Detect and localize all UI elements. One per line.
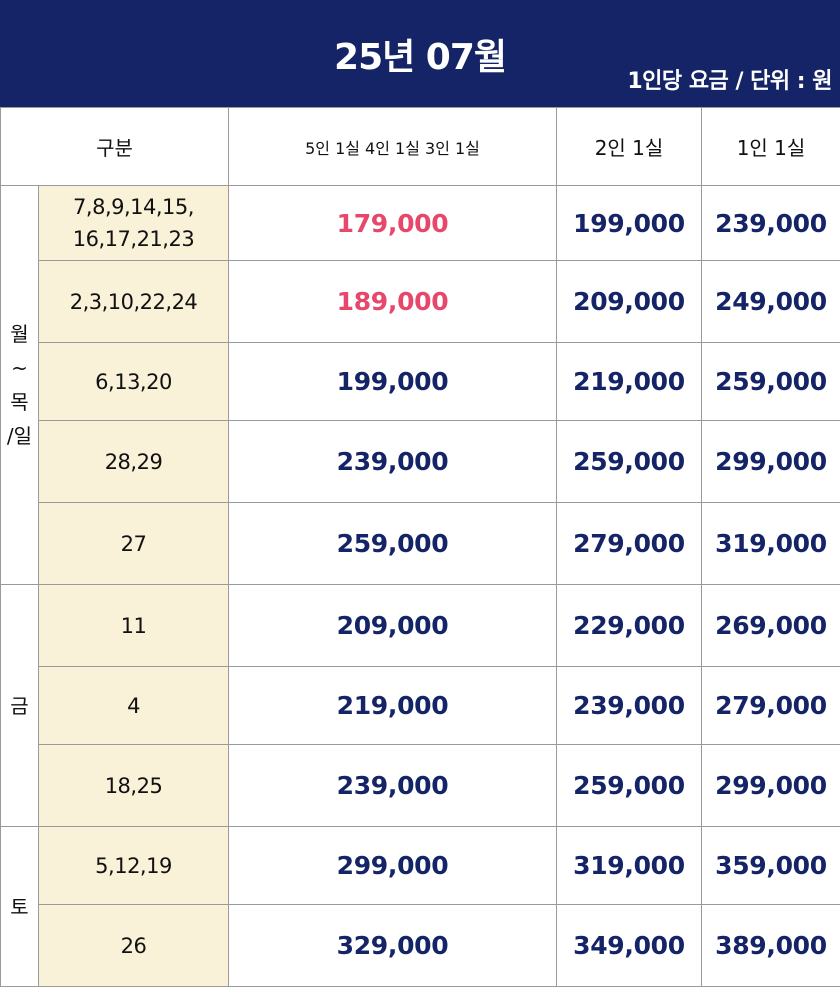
rate-header: 25년 07월 1인당 요금 / 단위 : 원 (0, 0, 840, 107)
table-row: 27 259,000 279,000 319,000 (1, 502, 840, 585)
days-cell: 11 (38, 584, 229, 667)
table-row: 월 ~ 목 /일 7,8,9,14,15, 16,17,21,23 179,00… (0, 185, 840, 585)
price-double: 319,000 (556, 826, 702, 905)
table-row: 28,29 239,000 259,000 299,000 (1, 420, 840, 503)
price-single: 319,000 (701, 502, 840, 585)
price-multi: 239,000 (228, 420, 557, 503)
price-multi: 239,000 (228, 744, 557, 827)
table-row: 2,3,10,22,24 189,000 209,000 249,000 (1, 260, 840, 343)
price-single: 279,000 (701, 666, 840, 745)
rate-table: 구분 5인 1실 4인 1실 3인 1실 2인 1실 1인 1실 월 ~ 목 /… (0, 107, 840, 987)
price-double: 219,000 (556, 342, 702, 421)
table-row: 6,13,20 199,000 219,000 259,000 (1, 342, 840, 421)
days-cell: 18,25 (38, 744, 229, 827)
table-row: 18,25 239,000 259,000 299,000 (1, 744, 840, 827)
days-cell: 4 (38, 666, 229, 745)
price-single: 299,000 (701, 420, 840, 503)
price-single: 389,000 (701, 904, 840, 987)
price-single: 259,000 (701, 342, 840, 421)
price-single: 359,000 (701, 826, 840, 905)
table-header-row: 구분 5인 1실 4인 1실 3인 1실 2인 1실 1인 1실 (0, 107, 840, 186)
header-double-room: 2인 1실 (556, 107, 702, 186)
price-double: 259,000 (556, 744, 702, 827)
price-double: 239,000 (556, 666, 702, 745)
days-cell: 2,3,10,22,24 (38, 260, 229, 343)
days-cell: 26 (38, 904, 229, 987)
group-label-saturday: 토 (0, 826, 39, 987)
price-double: 259,000 (556, 420, 702, 503)
price-double: 229,000 (556, 584, 702, 667)
price-single: 269,000 (701, 584, 840, 667)
days-cell: 6,13,20 (38, 342, 229, 421)
header-single-room: 1인 1실 (701, 107, 840, 186)
price-double: 349,000 (556, 904, 702, 987)
price-multi: 199,000 (228, 342, 557, 421)
price-multi: 209,000 (228, 584, 557, 667)
group-label-friday: 금 (0, 584, 39, 827)
price-single: 299,000 (701, 744, 840, 827)
days-cell: 7,8,9,14,15, 16,17,21,23 (38, 185, 229, 261)
table-row: 26 329,000 349,000 389,000 (1, 904, 840, 987)
price-double: 209,000 (556, 260, 702, 343)
table-row: 금 11 209,000 229,000 269,000 (0, 584, 840, 827)
header-category: 구분 (0, 107, 229, 186)
table-row: 4 219,000 239,000 279,000 (1, 666, 840, 745)
price-multi: 259,000 (228, 502, 557, 585)
header-multi-room: 5인 1실 4인 1실 3인 1실 (228, 107, 557, 186)
price-multi: 189,000 (228, 260, 557, 343)
price-multi: 179,000 (228, 185, 557, 261)
days-cell: 27 (38, 502, 229, 585)
days-cell: 5,12,19 (38, 826, 229, 905)
price-multi: 329,000 (228, 904, 557, 987)
group-label-weekday: 월 ~ 목 /일 (0, 185, 39, 585)
price-single: 239,000 (701, 185, 840, 261)
price-double: 279,000 (556, 502, 702, 585)
days-cell: 28,29 (38, 420, 229, 503)
unit-note: 1인당 요금 / 단위 : 원 (627, 69, 832, 94)
table-row: 토 5,12,19 299,000 319,000 359,000 (0, 826, 840, 987)
price-single: 249,000 (701, 260, 840, 343)
price-multi: 219,000 (228, 666, 557, 745)
price-double: 199,000 (556, 185, 702, 261)
price-multi: 299,000 (228, 826, 557, 905)
